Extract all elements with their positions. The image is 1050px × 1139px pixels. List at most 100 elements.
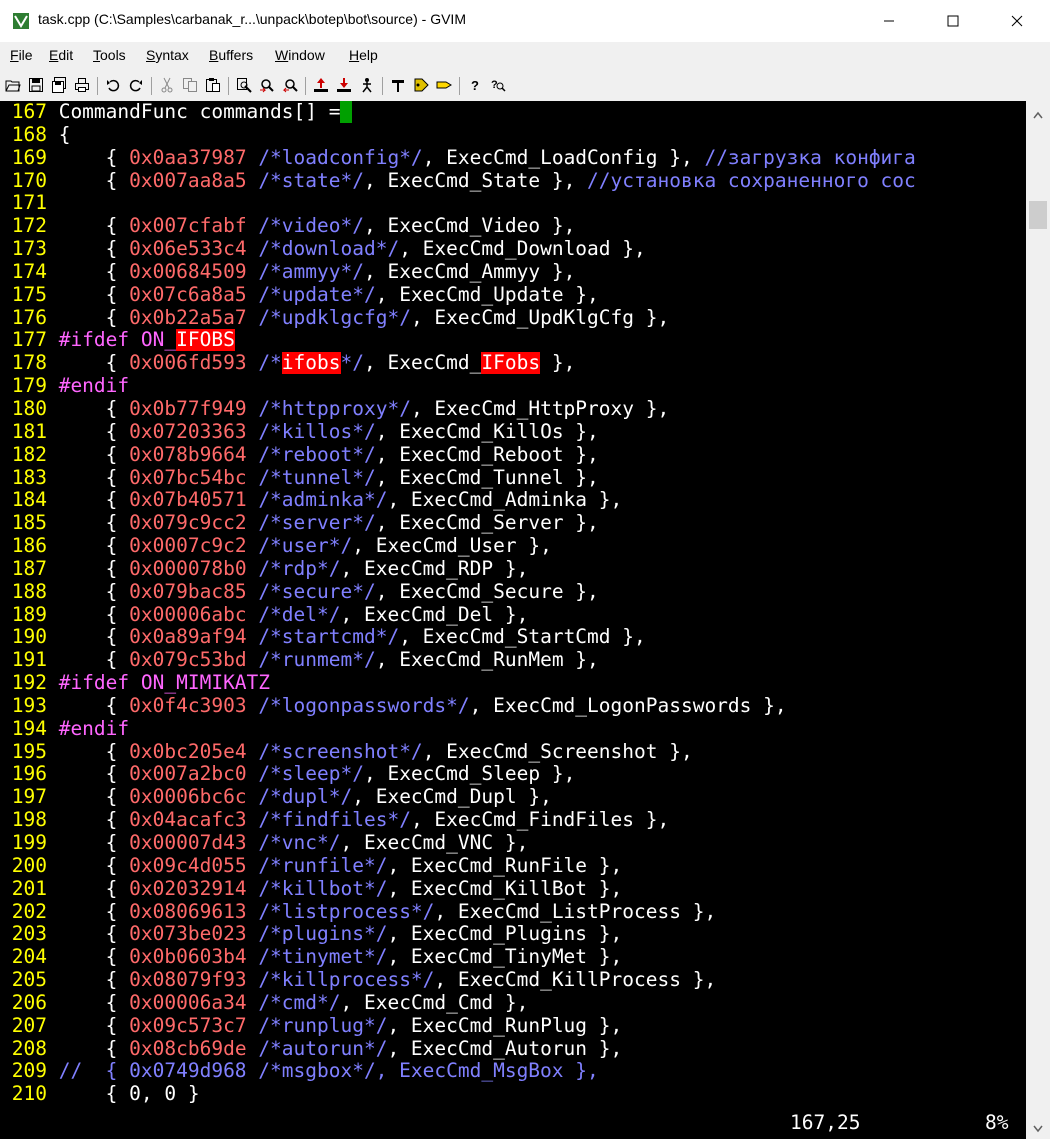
code-line[interactable]: 169 { 0x0aa37987 /*loadconfig*/, ExecCmd…: [0, 147, 1026, 170]
code-line[interactable]: 175 { 0x07c6a8a5 /*update*/, ExecCmd_Upd…: [0, 284, 1026, 307]
scroll-up-button[interactable]: [1026, 101, 1050, 125]
make-icon[interactable]: [390, 77, 406, 93]
code-line[interactable]: 193 { 0x0f4c3903 /*logonpasswords*/, Exe…: [0, 695, 1026, 718]
code-line[interactable]: 180 { 0x0b77f949 /*httpproxy*/, ExecCmd_…: [0, 398, 1026, 421]
undo-icon[interactable]: [105, 77, 121, 93]
code-text: {: [58, 900, 130, 923]
code-line[interactable]: 173 { 0x06e533c4 /*download*/, ExecCmd_D…: [0, 238, 1026, 261]
code-text: , ExecCmd_Server },: [375, 512, 599, 535]
menu-tools[interactable]: Tools: [93, 47, 126, 63]
code-line[interactable]: 176 { 0x0b22a5a7 /*updklgcfg*/, ExecCmd_…: [0, 307, 1026, 330]
code-line[interactable]: 178 { 0x006fd593 /*ifobs*/, ExecCmd_IFob…: [0, 352, 1026, 375]
toolbar-separator: [151, 77, 152, 95]
menu-syntax[interactable]: Syntax: [146, 47, 189, 63]
save-icon[interactable]: [28, 77, 44, 93]
code-line[interactable]: 185 { 0x079c9cc2 /*server*/, ExecCmd_Ser…: [0, 512, 1026, 535]
menu-window[interactable]: Window: [275, 47, 325, 63]
code-line[interactable]: 203 { 0x073be023 /*plugins*/, ExecCmd_Pl…: [0, 923, 1026, 946]
scrollbar-thumb[interactable]: [1029, 201, 1047, 229]
code-line[interactable]: 191 { 0x079c53bd /*runmem*/, ExecCmd_Run…: [0, 649, 1026, 672]
vertical-scrollbar[interactable]: [1026, 101, 1050, 1139]
code-line[interactable]: 179 #endif: [0, 375, 1026, 398]
code-line[interactable]: 195 { 0x0bc205e4 /*screenshot*/, ExecCmd…: [0, 741, 1026, 764]
code-line[interactable]: 167 CommandFunc commands[] =: [0, 101, 1026, 124]
code-line[interactable]: 174 { 0x00684509 /*ammyy*/, ExecCmd_Ammy…: [0, 261, 1026, 284]
code-line[interactable]: 208 { 0x08cb69de /*autorun*/, ExecCmd_Au…: [0, 1038, 1026, 1061]
comment: /*ammyy*/: [258, 260, 364, 283]
minimize-button[interactable]: [866, 0, 912, 42]
menu-tools-accel: T: [93, 47, 100, 63]
save-session-icon[interactable]: [336, 77, 352, 93]
code-text: {: [58, 443, 130, 466]
find-next-icon[interactable]: [259, 77, 275, 93]
code-line[interactable]: 186 { 0x0007c9c2 /*user*/, ExecCmd_User …: [0, 535, 1026, 558]
find-help-icon[interactable]: ?: [490, 77, 506, 93]
code-line[interactable]: 201 { 0x02032914 /*killbot*/, ExecCmd_Ki…: [0, 878, 1026, 901]
code-line[interactable]: 170 { 0x007aa8a5 /*state*/, ExecCmd_Stat…: [0, 170, 1026, 193]
code-line[interactable]: 198 { 0x04acafc3 /*findfiles*/, ExecCmd_…: [0, 809, 1026, 832]
code-line[interactable]: 192 #ifdef ON_MIMIKATZ: [0, 672, 1026, 695]
code-line[interactable]: 205 { 0x08079f93 /*killprocess*/, ExecCm…: [0, 969, 1026, 992]
code-line[interactable]: 209 // { 0x0749d968 /*msgbox*/, ExecCmd_…: [0, 1060, 1026, 1083]
code-line[interactable]: 171: [0, 192, 1026, 215]
code-lines[interactable]: 167 CommandFunc commands[] = 168 { 169 {…: [0, 101, 1026, 1106]
search-match: IFOBS: [176, 329, 235, 352]
code-text: , ExecCmd_Screenshot },: [422, 740, 693, 763]
maximize-button[interactable]: [930, 0, 976, 42]
line-number: 182: [0, 443, 59, 466]
code-line[interactable]: 168 {: [0, 124, 1026, 147]
title-bar[interactable]: task.cpp (C:\Samples\carbanak_r...\unpac…: [0, 0, 1050, 42]
preprocessor: #endif: [58, 375, 130, 398]
code-line[interactable]: 187 { 0x000078b0 /*rdp*/, ExecCmd_RDP },: [0, 558, 1026, 581]
code-line[interactable]: 196 { 0x007a2bc0 /*sleep*/, ExecCmd_Slee…: [0, 763, 1026, 786]
load-session-icon[interactable]: [313, 77, 329, 93]
code-line[interactable]: 206 { 0x00006a34 /*cmd*/, ExecCmd_Cmd },: [0, 992, 1026, 1015]
code-line[interactable]: 190 { 0x0a89af94 /*startcmd*/, ExecCmd_S…: [0, 626, 1026, 649]
copy-icon[interactable]: [182, 77, 198, 93]
code-line[interactable]: 207 { 0x09c573c7 /*runplug*/, ExecCmd_Ru…: [0, 1015, 1026, 1038]
jump-tag-icon[interactable]: [436, 77, 452, 93]
code-line[interactable]: 204 { 0x0b0603b4 /*tinymet*/, ExecCmd_Ti…: [0, 946, 1026, 969]
line-number: 200: [0, 854, 59, 877]
scroll-down-button[interactable]: [1026, 1115, 1050, 1139]
find-prev-icon[interactable]: [282, 77, 298, 93]
code-line[interactable]: 200 { 0x09c4d055 /*runfile*/, ExecCmd_Ru…: [0, 855, 1026, 878]
code-text: {: [58, 1037, 130, 1060]
code-line[interactable]: 177 #ifdef ON_IFOBS: [0, 329, 1026, 352]
menu-edit[interactable]: Edit: [49, 47, 73, 63]
redo-icon[interactable]: [128, 77, 144, 93]
code-text: , ExecCmd_RunMem },: [375, 649, 599, 672]
code-line[interactable]: 184 { 0x07b40571 /*adminka*/, ExecCmd_Ad…: [0, 489, 1026, 512]
run-script-icon[interactable]: [359, 77, 375, 93]
code-text: {: [58, 832, 130, 854]
code-line[interactable]: 189 { 0x00006abc /*del*/, ExecCmd_Del },: [0, 604, 1026, 627]
code-line[interactable]: 199 { 0x00007d43 /*vnc*/, ExecCmd_VNC },: [0, 832, 1026, 855]
replace-icon[interactable]: [236, 77, 252, 93]
cut-icon[interactable]: [159, 77, 175, 93]
menu-file[interactable]: File: [10, 47, 33, 63]
menu-buffers[interactable]: Buffers: [209, 47, 253, 63]
hex-constant: 0x0007c9c2: [129, 535, 247, 558]
help-icon[interactable]: ?: [467, 77, 483, 93]
comment: /*secure*/: [258, 580, 376, 603]
paste-icon[interactable]: [205, 77, 221, 93]
code-line[interactable]: 202 { 0x08069613 /*listprocess*/, ExecCm…: [0, 901, 1026, 924]
print-icon[interactable]: [74, 77, 90, 93]
menu-help[interactable]: Help: [349, 47, 378, 63]
code-line[interactable]: 188 { 0x079bac85 /*secure*/, ExecCmd_Sec…: [0, 581, 1026, 604]
save-all-icon[interactable]: [51, 77, 67, 93]
editor-area[interactable]: 167 CommandFunc commands[] = 168 { 169 {…: [0, 101, 1026, 1139]
code-line[interactable]: 183 { 0x07bc54bc /*tunnel*/, ExecCmd_Tun…: [0, 467, 1026, 490]
code-line[interactable]: 210 { 0, 0 }: [0, 1083, 1026, 1106]
code-line[interactable]: 197 { 0x0006bc6c /*dupl*/, ExecCmd_Dupl …: [0, 786, 1026, 809]
close-button[interactable]: [994, 0, 1040, 42]
code-line[interactable]: 194 #endif: [0, 718, 1026, 741]
code-line[interactable]: 181 { 0x07203363 /*killos*/, ExecCmd_Kil…: [0, 421, 1026, 444]
ctags-icon[interactable]: [413, 77, 429, 93]
open-icon[interactable]: [5, 77, 21, 93]
code-line[interactable]: 182 { 0x078b9664 /*reboot*/, ExecCmd_Reb…: [0, 444, 1026, 467]
code-line[interactable]: 172 { 0x007cfabf /*video*/, ExecCmd_Vide…: [0, 215, 1026, 238]
